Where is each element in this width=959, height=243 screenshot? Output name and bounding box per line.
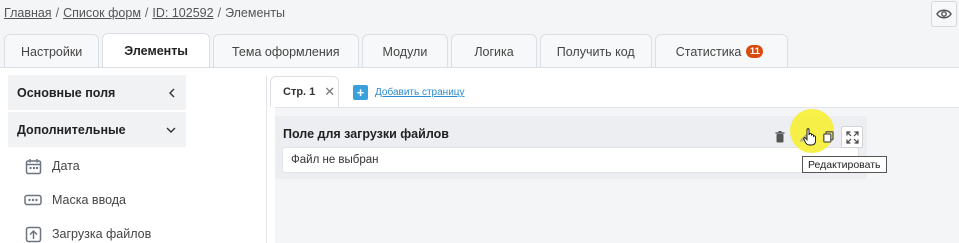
field-tools [769,126,865,148]
main-tabs: Настройки Элементы Тема оформления Модул… [4,33,791,68]
sidebar-item-label: Дата [52,159,80,173]
upload-icon [24,225,42,243]
sidebar-item-date[interactable]: Дата [8,149,186,183]
page-tab-1[interactable]: Стр. 1 ✕ [270,76,339,107]
plus-icon: + [353,85,368,100]
add-page[interactable]: + Добавить страницу [353,85,465,100]
sidebar-item-label: Загрузка файлов [52,227,152,241]
eye-icon [936,9,952,19]
breadcrumb-separator: / [55,6,60,20]
form-canvas: Стр. 1 ✕ + Добавить страницу Поле для за… [266,75,959,243]
file-status-text: Файл не выбран [291,154,379,166]
tab-label: Получить код [556,44,635,59]
preview-button[interactable] [931,1,957,27]
sidebar-item-file-upload[interactable]: Загрузка файлов [8,217,186,243]
close-icon[interactable]: ✕ [324,84,335,100]
file-upload-field[interactable]: Поле для загрузки файлов Файл не выбран [275,109,887,179]
sidebar-section-label: Основные поля [17,85,116,100]
breadcrumb-separator: / [217,6,222,20]
sidebar-item-label: Маска ввода [52,193,126,207]
tab-label: Тема оформления [232,44,340,59]
page-tab-label: Стр. 1 [283,86,316,98]
page-tabs: Стр. 1 ✕ + Добавить страницу [270,76,465,107]
field-label: Поле для загрузки файлов [283,127,449,141]
breadcrumb: Главная / Список форм / ID: 102592/Элементы [4,6,285,20]
chevron-left-icon [169,88,175,97]
tab-theme[interactable]: Тема оформления [213,34,359,68]
sidebar-item-input-mask[interactable]: Маска ввода [8,183,186,217]
elements-sidebar: Основные поля Дополнительные Дата Маска … [8,75,186,243]
tab-logic[interactable]: Логика [451,34,537,68]
hand-cursor-icon [803,128,816,146]
expand-button[interactable] [841,126,863,148]
breadcrumb-current: Элементы [225,6,286,20]
expand-icon [845,130,859,144]
copy-button[interactable] [817,126,839,148]
copy-icon [822,131,834,143]
statistics-badge: 11 [746,45,764,58]
main-content: Основные поля Дополнительные Дата Маска … [0,67,959,243]
sidebar-section-additional[interactable]: Дополнительные [8,112,186,147]
tab-modules[interactable]: Модули [361,34,449,68]
input-mask-icon [24,191,42,209]
sidebar-section-label: Дополнительные [17,122,126,137]
file-input[interactable]: Файл не выбран [282,147,859,173]
tab-label: Модули [382,44,428,59]
tab-label: Логика [474,44,514,59]
breadcrumb-forms-list[interactable]: Список форм [63,6,141,20]
tab-get-code[interactable]: Получить код [539,34,652,68]
tab-settings[interactable]: Настройки [4,34,100,68]
tab-elements[interactable]: Элементы [102,33,210,68]
form-area: Поле для загрузки файлов Файл не выбран [275,107,959,243]
breadcrumb-separator: / [144,6,149,20]
chevron-down-icon [166,127,176,133]
tab-label: Статистика [675,44,742,59]
top-bar: Главная / Список форм / ID: 102592/Элементы … [0,0,959,68]
tooltip: Редактировать [802,156,887,173]
tab-label: Элементы [124,44,188,58]
trash-icon [775,131,785,143]
sidebar-section-basic[interactable]: Основные поля [8,75,186,110]
tab-label: Настройки [21,44,83,59]
breadcrumb-form-id[interactable]: ID: 102592 [152,6,213,20]
breadcrumb-home[interactable]: Главная [4,6,52,20]
tab-statistics[interactable]: Статистика 11 [654,34,789,68]
add-page-link[interactable]: Добавить страницу [375,87,465,98]
delete-button[interactable] [769,126,791,148]
calendar-icon [24,157,42,175]
